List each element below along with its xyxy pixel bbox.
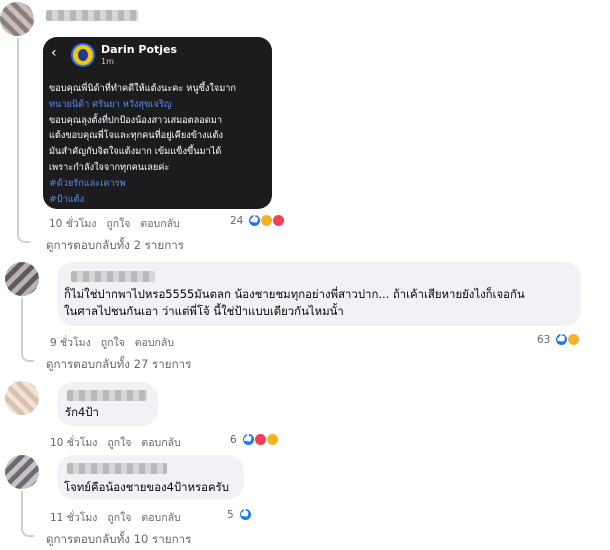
story-card[interactable]: ‹ Darin Potjes 1m ขอบคุณพี่นิด้าที่ทำคดี… — [43, 37, 272, 209]
commenter-name-blurred[interactable] — [67, 463, 167, 474]
like-button[interactable]: ถูกใจ — [101, 334, 125, 351]
story-body: ขอบคุณพี่นิด้าที่ทำคดีให้แต้งนะคะ หนูซึ้… — [49, 81, 269, 207]
story-line: แต้งขอบคุณพี่โจและทุกคนที่อยู่เคียงข้างแ… — [49, 130, 223, 142]
avatar[interactable] — [5, 262, 39, 296]
thread-connector — [21, 352, 34, 362]
comment-text-line: โจทย์คือน้องชายของ4ป้าหรอครับ — [64, 480, 229, 494]
story-hashtag-link[interactable]: #ด้วยรักและเคารพ — [49, 176, 269, 192]
comment-time: 10 ชั่วโมง — [50, 437, 98, 449]
reply-button[interactable]: ตอบกลับ — [141, 434, 180, 451]
comment-actions: 11 ชั่วโมง ถูกใจ ตอบกลับ — [50, 509, 181, 526]
comment-text-line: ก็ไม่ใช่ปากพาไปหรอ5555มันตลก น้องชายชมทุ… — [64, 287, 525, 301]
story-timestamp: 1m — [101, 57, 114, 66]
reaction-summary[interactable]: 5 — [227, 508, 252, 521]
comment-text-line: ในศาลไปชนกันเอา ว่าแต่พี่โจ้ นี้ใช่ป้าแบ… — [64, 304, 344, 318]
story-line: เพราะกำลังใจจากทุกคนเลยค่ะ — [49, 161, 170, 173]
reaction-count: 5 — [227, 508, 234, 521]
commenter-name-blurred[interactable] — [67, 390, 147, 401]
like-reaction-icon — [241, 433, 255, 446]
thread-connector — [17, 233, 30, 243]
thread-connector — [21, 527, 34, 537]
story-tag-link[interactable]: ทนายนิด้า ศรันยา หวังสุขเจริญ — [49, 97, 269, 113]
commenter-name-blurred[interactable] — [46, 10, 138, 21]
love-reaction-icon — [272, 214, 286, 227]
thread-connector — [17, 38, 19, 234]
like-button[interactable]: ถูกใจ — [107, 509, 131, 526]
avatar[interactable] — [5, 381, 39, 415]
view-replies-link[interactable]: ดูการตอบกลับทั้ง 27 รายการ — [46, 356, 191, 374]
reaction-count: 24 — [230, 214, 244, 227]
like-reaction-icon — [238, 508, 252, 521]
comment-time: 9 ชั่วโมง — [50, 337, 91, 349]
story-line: ขอบคุณพี่นิด้าที่ทำคดีให้แต้งนะคะ หนูซึ้… — [49, 83, 236, 94]
comment-text-line: รัก4ป้า — [65, 405, 99, 419]
like-button[interactable]: ถูกใจ — [106, 215, 130, 232]
thread-connector — [21, 298, 23, 353]
story-author-name[interactable]: Darin Potjes — [101, 43, 177, 56]
comment-actions: 10 ชั่วโมง ถูกใจ ตอบกลับ — [50, 434, 181, 451]
story-author-avatar[interactable] — [71, 43, 95, 67]
story-hashtag-link[interactable]: #ป้าแต้ง — [49, 192, 269, 208]
story-line: ขอบคุณลุงตั้งที่ปกป้องน้องสาวเสมอตลอดมา — [49, 114, 222, 126]
comment-time: 11 ชั่วโมง — [50, 512, 98, 524]
love-reaction-icon — [253, 433, 267, 446]
story-line: มันสำคัญกับจิตใจแต้งมาก เข้มแข็งขึ้นมาได… — [49, 146, 222, 158]
avatar[interactable] — [5, 455, 39, 489]
reaction-summary[interactable]: 63 — [537, 333, 581, 346]
comment-actions: 10 ชั่วโมง ถูกใจ ตอบกลับ — [49, 215, 180, 232]
back-arrow-icon[interactable]: ‹ — [51, 45, 57, 61]
reaction-summary[interactable]: 24 — [230, 214, 286, 227]
reply-button[interactable]: ตอบกลับ — [140, 215, 179, 232]
haha-reaction-icon — [567, 333, 581, 346]
like-button[interactable]: ถูกใจ — [107, 434, 131, 451]
view-replies-link[interactable]: ดูการตอบกลับทั้ง 2 รายการ — [46, 237, 184, 255]
view-replies-link[interactable]: ดูการตอบกลับทั้ง 10 รายการ — [46, 531, 191, 549]
reaction-count: 63 — [537, 333, 551, 346]
reply-button[interactable]: ตอบกลับ — [141, 509, 180, 526]
reaction-count: 6 — [230, 433, 237, 446]
commenter-name-blurred[interactable] — [71, 271, 155, 282]
comment-time: 10 ชั่วโมง — [49, 218, 97, 230]
thread-connector — [21, 491, 23, 528]
comment-actions: 9 ชั่วโมง ถูกใจ ตอบกลับ — [50, 334, 174, 351]
avatar[interactable] — [0, 2, 34, 36]
reaction-summary[interactable]: 6 — [230, 433, 279, 446]
reply-button[interactable]: ตอบกลับ — [135, 334, 174, 351]
care-reaction-icon — [265, 433, 279, 446]
